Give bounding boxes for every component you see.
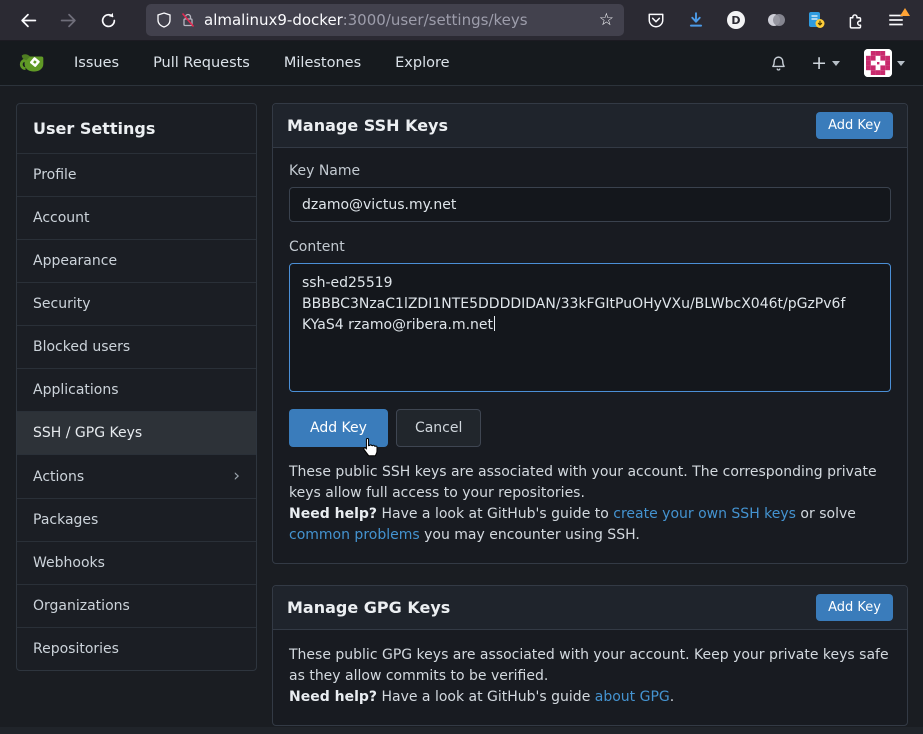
add-key-submit-button[interactable]: Add Key bbox=[289, 409, 388, 447]
url-path: :3000/user/settings/keys bbox=[343, 11, 528, 29]
about-gpg-link[interactable]: about GPG bbox=[595, 689, 670, 705]
content-label: Content bbox=[289, 239, 891, 255]
sidebar-item-profile[interactable]: Profile bbox=[17, 153, 256, 196]
sidebar-item-webhooks[interactable]: Webhooks bbox=[17, 541, 256, 584]
reload-icon bbox=[100, 12, 117, 29]
nav-item-pull-requests[interactable]: Pull Requests bbox=[153, 55, 250, 71]
settings-sidebar: User Settings Profile Account Appearance… bbox=[16, 103, 257, 671]
forward-icon bbox=[60, 12, 77, 29]
ssh-help-line2: Need help? Have a look at GitHub's guide… bbox=[289, 504, 891, 546]
text-caret bbox=[494, 316, 495, 331]
url-host: almalinux9-docker bbox=[204, 11, 343, 29]
caret-down-icon bbox=[897, 61, 905, 66]
nav-item-issues[interactable]: Issues bbox=[74, 55, 119, 71]
sidebar-title: User Settings bbox=[17, 104, 256, 153]
reload-button[interactable] bbox=[92, 5, 124, 35]
sidebar-item-applications[interactable]: Applications bbox=[17, 368, 256, 411]
sidebar-item-packages[interactable]: Packages bbox=[17, 498, 256, 541]
notifications-button[interactable] bbox=[770, 55, 787, 72]
pocket-button[interactable] bbox=[641, 5, 671, 35]
sidebar-item-organizations[interactable]: Organizations bbox=[17, 584, 256, 627]
sidebar-item-actions[interactable]: Actions› bbox=[17, 454, 256, 498]
containers-button[interactable] bbox=[761, 5, 791, 35]
downloads-button[interactable] bbox=[681, 5, 711, 35]
gitea-nav-right: + bbox=[770, 49, 905, 77]
footer-strip bbox=[0, 727, 923, 734]
need-help-label: Need help? bbox=[289, 689, 377, 705]
bell-icon bbox=[770, 55, 787, 72]
sidebar-item-ssh-gpg-keys[interactable]: SSH / GPG Keys bbox=[17, 411, 256, 454]
extension-d-button[interactable]: D bbox=[721, 5, 751, 35]
shield-icon[interactable] bbox=[156, 12, 172, 28]
gpg-help-line1: These public GPG keys are associated wit… bbox=[289, 645, 891, 687]
download-icon bbox=[687, 11, 705, 29]
gpg-help-line2: Need help? Have a look at GitHub's guide… bbox=[289, 687, 891, 708]
gitea-nav-items: Issues Pull Requests Milestones Explore bbox=[74, 55, 450, 71]
forward-button[interactable] bbox=[52, 5, 84, 35]
ssh-panel-header: Manage SSH Keys Add Key bbox=[273, 104, 907, 148]
back-icon bbox=[20, 12, 37, 29]
manage-gpg-keys-panel: Manage GPG Keys Add Key These public GPG… bbox=[272, 585, 908, 726]
key-name-input[interactable] bbox=[289, 187, 891, 222]
main-column: Manage SSH Keys Add Key Key Name Content… bbox=[272, 103, 908, 726]
menu-button[interactable] bbox=[881, 5, 911, 35]
sidebar-item-blocked-users[interactable]: Blocked users bbox=[17, 325, 256, 368]
download-helper-icon bbox=[806, 10, 826, 30]
extensions-button[interactable] bbox=[841, 5, 871, 35]
download-helper-button[interactable] bbox=[801, 5, 831, 35]
nav-item-explore[interactable]: Explore bbox=[395, 55, 449, 71]
d-circle-icon: D bbox=[726, 10, 746, 30]
bookmark-star-icon[interactable]: ☆ bbox=[599, 12, 614, 29]
ssh-help-line1: These public SSH keys are associated wit… bbox=[289, 462, 891, 504]
identicon bbox=[864, 49, 892, 77]
form-buttons: Add Key Cancel bbox=[289, 409, 891, 447]
gpg-help-text: These public GPG keys are associated wit… bbox=[289, 645, 891, 708]
ssh-help-text: These public SSH keys are associated wit… bbox=[289, 462, 891, 546]
key-name-label: Key Name bbox=[289, 163, 891, 179]
insecure-lock-icon[interactable] bbox=[180, 12, 196, 28]
toolbar-extensions: D bbox=[641, 5, 911, 35]
puzzle-icon bbox=[847, 11, 865, 29]
url-text: almalinux9-docker:3000/user/settings/key… bbox=[204, 11, 591, 29]
chevron-right-icon: › bbox=[233, 468, 240, 485]
avatar bbox=[864, 49, 892, 77]
manage-ssh-keys-panel: Manage SSH Keys Add Key Key Name Content… bbox=[272, 103, 908, 564]
sidebar-item-security[interactable]: Security bbox=[17, 282, 256, 325]
page-content: User Settings Profile Account Appearance… bbox=[0, 86, 923, 726]
browser-toolbar: almalinux9-docker:3000/user/settings/key… bbox=[0, 0, 923, 41]
svg-text:D: D bbox=[731, 14, 740, 27]
gpg-header-add-key-button[interactable]: Add Key bbox=[816, 594, 893, 621]
gitea-navbar: Issues Pull Requests Milestones Explore … bbox=[0, 41, 923, 86]
create-ssh-keys-link[interactable]: create your own SSH keys bbox=[613, 506, 796, 522]
need-help-label: Need help? bbox=[289, 506, 377, 522]
gpg-panel-title: Manage GPG Keys bbox=[287, 598, 450, 617]
gpg-panel-body: These public GPG keys are associated wit… bbox=[273, 630, 907, 725]
user-menu-dropdown[interactable] bbox=[864, 49, 905, 77]
nav-item-milestones[interactable]: Milestones bbox=[284, 55, 361, 71]
plus-icon: + bbox=[811, 54, 827, 73]
back-button[interactable] bbox=[12, 5, 44, 35]
ssh-panel-body: Key Name Content ssh-ed25519 BBBBC3NzaC1… bbox=[273, 148, 907, 563]
url-bar[interactable]: almalinux9-docker:3000/user/settings/key… bbox=[146, 4, 624, 36]
gitea-logo-icon[interactable] bbox=[18, 48, 48, 78]
sidebar-item-repositories[interactable]: Repositories bbox=[17, 627, 256, 670]
sidebar-item-account[interactable]: Account bbox=[17, 196, 256, 239]
caret-down-icon bbox=[832, 61, 840, 66]
gpg-panel-header: Manage GPG Keys Add Key bbox=[273, 586, 907, 630]
cancel-button[interactable]: Cancel bbox=[396, 409, 481, 447]
ssh-key-content-text: ssh-ed25519 BBBBC3NzaC1lZDI1NTE5DDDDIDAN… bbox=[302, 275, 845, 333]
pocket-icon bbox=[647, 11, 665, 29]
sidebar-item-appearance[interactable]: Appearance bbox=[17, 239, 256, 282]
create-new-dropdown[interactable]: + bbox=[811, 54, 840, 73]
common-problems-link[interactable]: common problems bbox=[289, 527, 420, 543]
ssh-panel-title: Manage SSH Keys bbox=[287, 116, 448, 135]
update-badge bbox=[900, 8, 910, 16]
ssh-header-add-key-button[interactable]: Add Key bbox=[816, 112, 893, 139]
ssh-key-content-textarea[interactable]: ssh-ed25519 BBBBC3NzaC1lZDI1NTE5DDDDIDAN… bbox=[289, 263, 891, 392]
containers-icon bbox=[766, 10, 786, 30]
